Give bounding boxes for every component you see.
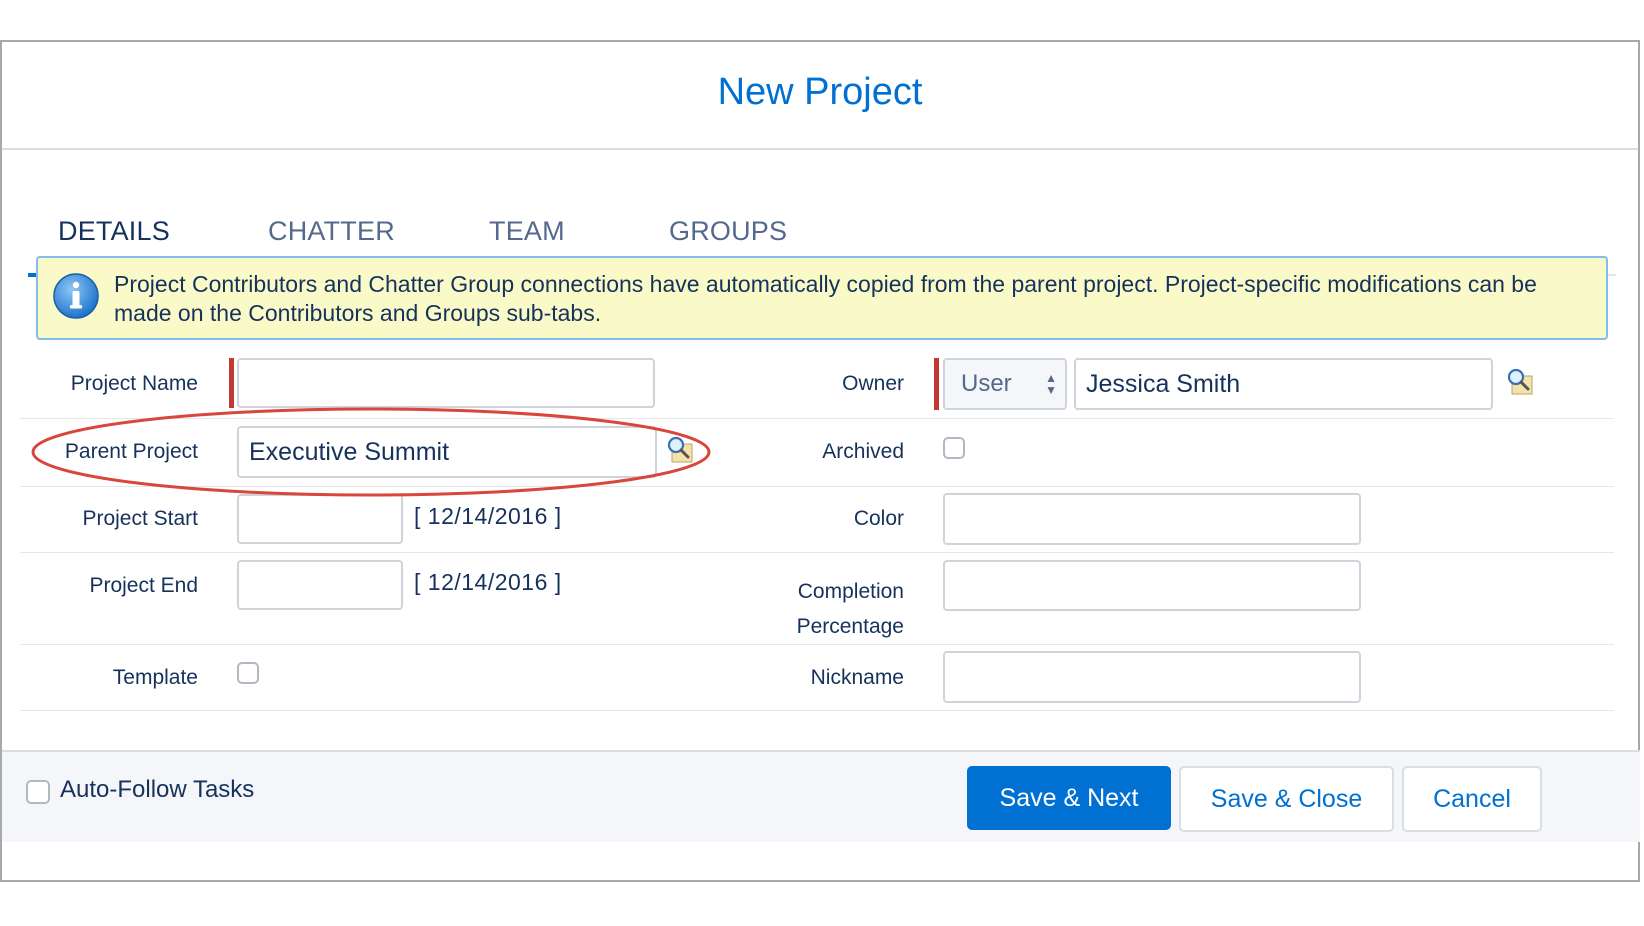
row-divider: [20, 710, 1614, 711]
project-name-label: Project Name: [70, 372, 198, 395]
project-end-today-link[interactable]: [ 12/14/2016 ]: [414, 569, 562, 596]
color-label: Color: [853, 507, 904, 530]
cancel-button[interactable]: Cancel: [1402, 766, 1542, 832]
project-end-label: Project End: [89, 574, 198, 597]
completion-label-line1: Completion: [797, 580, 904, 603]
info-icon: [53, 273, 99, 319]
select-arrows-icon: ▲ ▼: [1045, 371, 1057, 397]
info-notice: Project Contributors and Chatter Group c…: [36, 256, 1608, 340]
owner-type-value: User: [961, 370, 1012, 397]
dialog-header: New Project: [2, 42, 1638, 150]
project-name-input[interactable]: [237, 358, 655, 408]
owner-type-select[interactable]: User ▲ ▼: [943, 358, 1067, 410]
row-divider: [20, 644, 1614, 645]
parent-project-input[interactable]: Executive Summit: [237, 426, 657, 478]
template-label: Template: [112, 666, 198, 689]
lookup-icon[interactable]: [1504, 366, 1536, 398]
archived-checkbox[interactable]: [943, 437, 965, 459]
tab-details[interactable]: DETAILS: [58, 216, 170, 247]
dialog-footer: Auto-Follow Tasks Save & Next Save & Clo…: [2, 750, 1640, 842]
save-next-button[interactable]: Save & Next: [967, 766, 1171, 830]
lookup-icon[interactable]: [664, 434, 696, 466]
row-divider: [20, 486, 1614, 487]
project-end-input[interactable]: [237, 560, 403, 610]
row-divider: [20, 418, 1614, 419]
nickname-label: Nickname: [810, 666, 904, 689]
tab-groups[interactable]: GROUPS: [669, 216, 787, 247]
completion-percentage-input[interactable]: [943, 560, 1361, 611]
project-start-input[interactable]: [237, 494, 403, 544]
notice-text: Project Contributors and Chatter Group c…: [114, 271, 1537, 326]
template-checkbox[interactable]: [237, 662, 259, 684]
auto-follow-checkbox[interactable]: [26, 780, 50, 804]
completion-percentage-label: Completion Percentage: [720, 574, 904, 644]
required-indicator: [229, 358, 234, 408]
tab-team[interactable]: TEAM: [489, 216, 565, 247]
completion-label-line2: Percentage: [796, 615, 904, 638]
owner-input[interactable]: Jessica Smith: [1074, 358, 1493, 410]
nickname-input[interactable]: [943, 651, 1361, 703]
dialog-title: New Project: [717, 70, 923, 113]
archived-label: Archived: [822, 440, 904, 463]
save-close-button[interactable]: Save & Close: [1179, 766, 1394, 832]
tab-chatter[interactable]: CHATTER: [268, 216, 395, 247]
auto-follow-label: Auto-Follow Tasks: [60, 776, 255, 803]
required-indicator: [934, 358, 939, 410]
project-start-label: Project Start: [82, 507, 198, 530]
parent-project-label: Parent Project: [64, 440, 198, 463]
owner-label: Owner: [842, 372, 904, 395]
project-start-today-link[interactable]: [ 12/14/2016 ]: [414, 503, 562, 530]
row-divider: [20, 552, 1614, 553]
color-input[interactable]: [943, 493, 1361, 545]
